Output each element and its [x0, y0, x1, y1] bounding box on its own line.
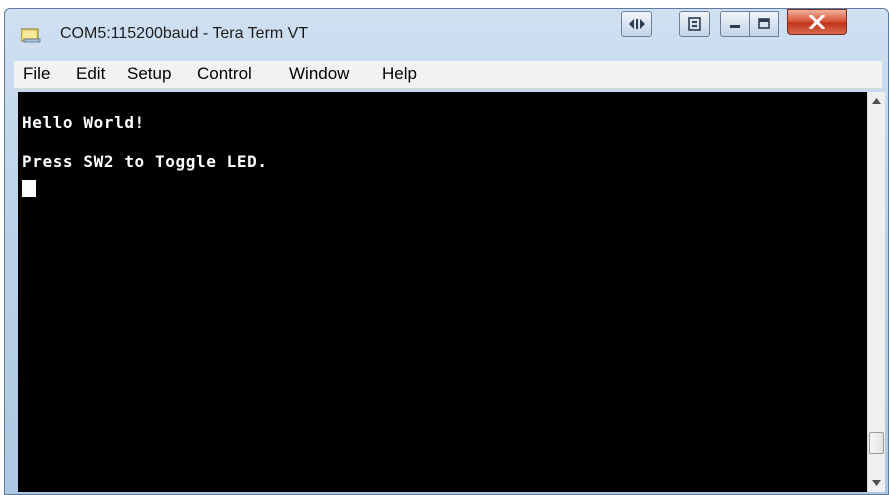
vertical-scrollbar[interactable]: [867, 92, 885, 492]
terminal-screen[interactable]: Hello World! Press SW2 to Toggle LED.: [18, 92, 867, 492]
menu-help[interactable]: Help: [382, 64, 417, 84]
close-icon: [808, 15, 826, 29]
tera-term-window: COM5:115200baud - Tera Term VT File Edit…: [4, 8, 889, 495]
close-button[interactable]: [787, 9, 847, 35]
window-title: COM5:115200baud - Tera Term VT: [60, 25, 309, 42]
menu-control[interactable]: Control: [197, 64, 252, 84]
minimize-button[interactable]: [720, 11, 750, 37]
swap-button[interactable]: [621, 11, 652, 37]
menu-window[interactable]: Window: [289, 64, 349, 84]
menu-bar: File Edit Setup Control Window Help: [14, 61, 882, 89]
title-bar[interactable]: COM5:115200baud - Tera Term VT: [5, 9, 888, 61]
tera-term-icon[interactable]: [20, 27, 41, 43]
scroll-up-arrow-icon[interactable]: [868, 92, 885, 110]
terminal-line: Hello World!: [22, 113, 145, 132]
maximize-button[interactable]: [749, 11, 779, 37]
minimize-icon: [728, 19, 742, 29]
terminal-line: Press SW2 to Toggle LED.: [22, 152, 268, 171]
restore-layout-button[interactable]: [679, 11, 710, 37]
scroll-thumb[interactable]: [869, 432, 884, 454]
menu-file[interactable]: File: [23, 64, 50, 84]
menu-edit[interactable]: Edit: [76, 64, 105, 84]
maximize-icon: [757, 18, 771, 30]
swap-icon: [628, 18, 646, 30]
scroll-down-arrow-icon[interactable]: [868, 474, 885, 492]
restore-layout-icon: [687, 17, 703, 31]
text-cursor: [22, 180, 36, 197]
menu-setup[interactable]: Setup: [127, 64, 171, 84]
